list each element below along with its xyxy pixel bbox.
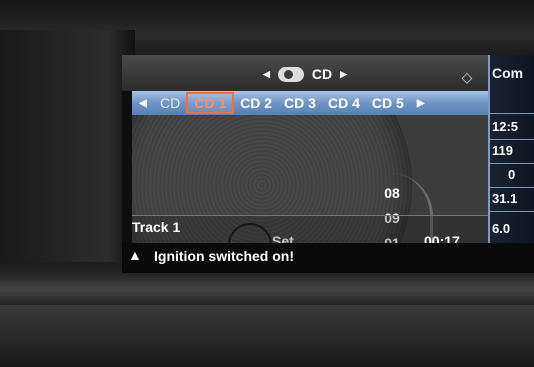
source-label: CD [311, 66, 333, 82]
side-separator [488, 187, 534, 188]
side-separator [488, 211, 534, 212]
speaker-prev-icon[interactable]: ◀ [132, 98, 154, 109]
cd-tabs: ◀ CD CD 1 CD 2 CD 3 CD 4 CD 5 ▶ [132, 91, 488, 115]
top-bar: ◀ CD ▶ ◇ [122, 55, 488, 91]
side-value: 0 [508, 167, 516, 182]
infotainment-screen: ◀ CD ▶ ◇ ◀ CD CD 1 CD 2 CD 3 CD 4 CD 5 ▶… [122, 55, 534, 273]
left-triangle-icon[interactable]: ◀ [263, 69, 270, 80]
cd-disc-icon [277, 66, 304, 82]
warning-text: Ignition switched on! [154, 248, 294, 264]
side-value: 119 [492, 143, 513, 158]
tab-cd-3[interactable]: CD 3 [278, 92, 322, 114]
dashboard-shelf [0, 275, 534, 305]
side-panel-title: Com [492, 65, 524, 81]
side-separator [488, 113, 534, 114]
tab-cd[interactable]: CD [154, 92, 186, 114]
side-value: 31.1 [492, 191, 518, 206]
tab-cd-1[interactable]: CD 1 [186, 92, 235, 114]
navigation-diamond-icon[interactable]: ◇ [458, 69, 476, 85]
side-separator [488, 139, 534, 140]
track-item[interactable]: 08 [374, 185, 410, 201]
tab-cd-4[interactable]: CD 4 [322, 92, 366, 114]
side-value: 6.0 [492, 221, 511, 236]
source-selector[interactable]: ◀ CD ▶ [122, 64, 488, 84]
side-separator [488, 163, 534, 164]
tab-cd-2[interactable]: CD 2 [234, 92, 278, 114]
warning-icon: ▲ [128, 247, 142, 263]
side-value: 12:5 [492, 119, 519, 134]
next-arrow-icon[interactable]: ▶ [410, 98, 432, 109]
dashboard-bezel-left [0, 30, 135, 280]
tab-cd-5[interactable]: CD 5 [366, 92, 410, 114]
right-triangle-icon[interactable]: ▶ [340, 69, 347, 80]
track-label: Track 1 [132, 219, 181, 235]
